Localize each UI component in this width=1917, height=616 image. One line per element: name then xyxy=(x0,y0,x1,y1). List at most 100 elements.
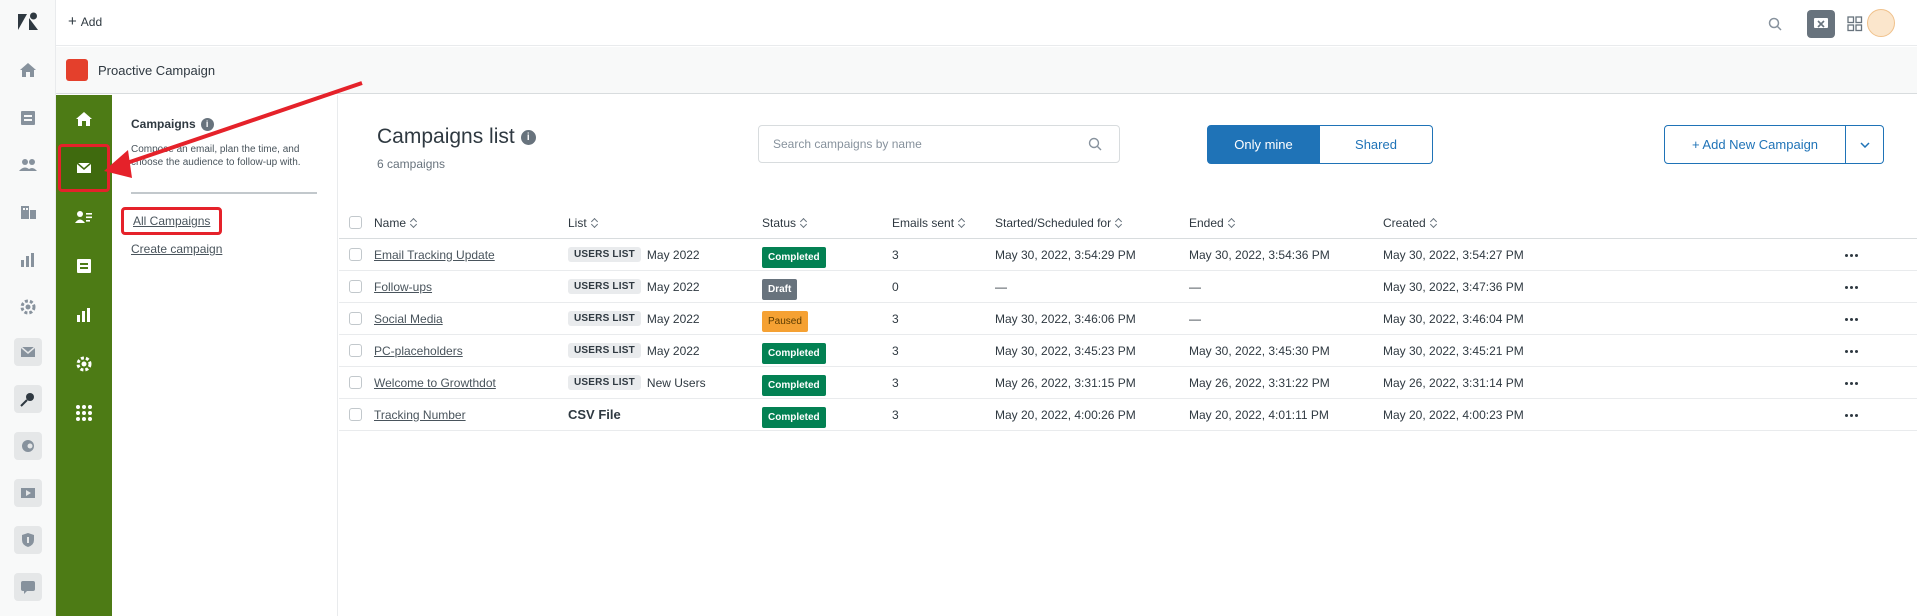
row-more-icon[interactable] xyxy=(1845,313,1863,325)
list-type-tag: USERS LIST xyxy=(568,343,641,358)
app-title: Proactive Campaign xyxy=(98,63,216,78)
info-icon[interactable]: i xyxy=(200,117,214,131)
conversations-icon[interactable] xyxy=(1807,10,1835,38)
list-name: May 2022 xyxy=(646,247,700,262)
customers-icon[interactable] xyxy=(16,153,40,177)
row-checkbox[interactable] xyxy=(349,408,362,421)
campaign-name-link[interactable]: Follow-ups xyxy=(374,280,432,294)
list-type-tag: USERS LIST xyxy=(568,311,641,326)
sort-icon xyxy=(410,218,417,228)
ended-at: May 30, 2022, 3:54:36 PM xyxy=(1189,247,1330,262)
ended-at: May 26, 2022, 3:31:22 PM xyxy=(1189,375,1330,390)
app-video-icon[interactable] xyxy=(14,479,42,507)
status-badge: Draft xyxy=(762,279,798,300)
search-icon[interactable] xyxy=(1763,12,1787,36)
page-title: Campaigns list i xyxy=(377,125,536,149)
column-label: Emails sent xyxy=(892,215,955,230)
column-header-list[interactable]: List xyxy=(568,207,598,238)
select-all-checkbox[interactable] xyxy=(349,216,362,229)
row-more-icon[interactable] xyxy=(1845,409,1863,421)
row-checkbox[interactable] xyxy=(349,344,362,357)
zendesk-logo-icon[interactable] xyxy=(16,12,40,32)
row-more-icon[interactable] xyxy=(1845,249,1863,261)
row-checkbox[interactable] xyxy=(349,312,362,325)
tickets-icon[interactable] xyxy=(16,106,40,130)
admin-gear-icon[interactable] xyxy=(16,295,40,319)
add-campaign-dropdown-button[interactable] xyxy=(1846,125,1884,164)
status-badge: Completed xyxy=(762,407,826,428)
apps-grid-icon[interactable] xyxy=(1843,12,1867,36)
add-new-campaign-button[interactable]: + Add New Campaign xyxy=(1664,125,1846,164)
column-label: Created xyxy=(1383,215,1426,230)
list-name: May 2022 xyxy=(646,311,700,326)
column-label: Status xyxy=(762,215,797,230)
campaign-name-link[interactable]: Tracking Number xyxy=(374,408,466,422)
emails-sent: 3 xyxy=(892,311,899,326)
add-button[interactable]: + Add xyxy=(68,14,102,29)
row-more-icon[interactable] xyxy=(1845,345,1863,357)
row-checkbox[interactable] xyxy=(349,376,362,389)
page-title-text: Campaigns list xyxy=(377,125,515,148)
campaign-name-link[interactable]: Welcome to Growthdot xyxy=(374,376,496,390)
created-at: May 30, 2022, 3:47:36 PM xyxy=(1383,279,1524,294)
nav-reports-icon[interactable] xyxy=(56,294,112,336)
create-campaign-link[interactable]: Create campaign xyxy=(131,242,222,256)
table-row: Social Media USERS LIST May 2022 Paused 3… xyxy=(339,303,1917,335)
ended-at: May 20, 2022, 4:01:11 PM xyxy=(1189,407,1329,422)
sort-icon xyxy=(1430,218,1437,228)
side-panel-title: Campaigns i xyxy=(131,117,214,131)
nav-campaigns-mail-icon[interactable] xyxy=(58,144,110,192)
emails-sent: 3 xyxy=(892,343,899,358)
started-at: May 30, 2022, 3:45:23 PM xyxy=(995,343,1136,358)
ownership-toggle: Only mine Shared xyxy=(1207,125,1433,164)
side-panel-title-text: Campaigns xyxy=(131,117,196,131)
table-row: Welcome to Growthdot USERS LIST New Users… xyxy=(339,367,1917,399)
divider xyxy=(131,192,317,194)
app-shield-icon[interactable] xyxy=(14,526,42,554)
app-chat-icon[interactable] xyxy=(14,573,42,601)
column-header-created[interactable]: Created xyxy=(1383,207,1437,238)
table-row: Email Tracking Update USERS LIST May 2022… xyxy=(339,239,1917,271)
sort-icon xyxy=(1228,218,1235,228)
column-header-ended[interactable]: Ended xyxy=(1189,207,1235,238)
column-header-name[interactable]: Name xyxy=(374,207,417,238)
nav-lists-icon[interactable] xyxy=(56,245,112,287)
sort-icon xyxy=(1115,218,1122,228)
shared-button[interactable]: Shared xyxy=(1320,125,1433,164)
app-mail-icon[interactable] xyxy=(14,338,42,366)
info-icon[interactable]: i xyxy=(520,129,536,145)
proactive-campaign-app-icon[interactable] xyxy=(14,385,42,413)
search-input[interactable] xyxy=(758,125,1120,163)
row-checkbox[interactable] xyxy=(349,280,362,293)
emails-sent: 3 xyxy=(892,407,899,422)
table-row: Tracking Number CSV File Completed 3 May… xyxy=(339,399,1917,431)
row-more-icon[interactable] xyxy=(1845,281,1863,293)
ended-at: — xyxy=(1189,279,1201,294)
user-avatar[interactable] xyxy=(1867,9,1895,37)
created-at: May 26, 2022, 3:31:14 PM xyxy=(1383,375,1524,390)
campaign-name-link[interactable]: PC-placeholders xyxy=(374,344,463,358)
nav-contacts-icon[interactable] xyxy=(56,196,112,238)
row-more-icon[interactable] xyxy=(1845,377,1863,389)
all-campaigns-link[interactable]: All Campaigns xyxy=(121,207,223,235)
nav-settings-gear-icon[interactable] xyxy=(56,343,112,385)
column-header-status[interactable]: Status xyxy=(762,207,807,238)
column-header-emails-sent[interactable]: Emails sent xyxy=(892,207,965,238)
home-icon[interactable] xyxy=(16,58,40,82)
only-mine-button[interactable]: Only mine xyxy=(1207,125,1320,164)
nav-more-grid-icon[interactable] xyxy=(56,392,112,434)
emails-sent: 3 xyxy=(892,375,899,390)
campaigns-side-panel: Campaigns i Compose an email, plan the ti… xyxy=(112,95,338,616)
emails-sent: 3 xyxy=(892,247,899,262)
reporting-icon[interactable] xyxy=(16,248,40,272)
campaign-name-link[interactable]: Email Tracking Update xyxy=(374,248,495,262)
app-g-icon[interactable] xyxy=(14,432,42,460)
column-header-started[interactable]: Started/Scheduled for xyxy=(995,207,1122,238)
organizations-icon[interactable] xyxy=(16,200,40,224)
campaign-name-link[interactable]: Social Media xyxy=(374,312,443,326)
ended-at: May 30, 2022, 3:45:30 PM xyxy=(1189,343,1330,358)
status-badge: Completed xyxy=(762,247,826,268)
nav-home-icon[interactable] xyxy=(56,98,112,140)
sort-icon xyxy=(591,218,598,228)
row-checkbox[interactable] xyxy=(349,248,362,261)
